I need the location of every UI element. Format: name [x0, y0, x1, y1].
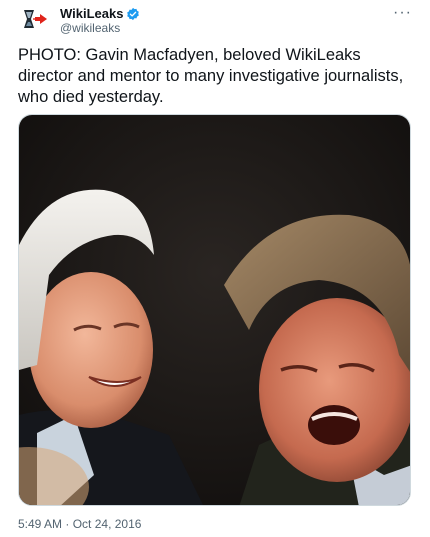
tweet-text: PHOTO: Gavin Macfadyen, beloved WikiLeak…: [18, 46, 404, 106]
avatar[interactable]: [18, 6, 52, 40]
tweet-photo[interactable]: [18, 114, 411, 506]
photo-image: [19, 115, 410, 505]
tweet-card: WikiLeaks @wikileaks ··· PHOTO: Gavin Ma…: [0, 0, 430, 537]
timestamp[interactable]: 5:49 AM · Oct 24, 2016: [18, 517, 141, 531]
wikileaks-logo-icon: [24, 10, 47, 28]
tweet-date: Oct 24, 2016: [72, 517, 142, 531]
handle[interactable]: @wikileaks: [60, 21, 140, 36]
display-name[interactable]: WikiLeaks: [60, 6, 123, 21]
author-info: WikiLeaks @wikileaks: [60, 6, 140, 36]
separator: ·: [65, 517, 70, 531]
more-dots-icon[interactable]: ···: [393, 4, 412, 22]
verified-badge-icon: [126, 7, 140, 21]
tweet-header: WikiLeaks @wikileaks ···: [18, 4, 416, 40]
tweet-time: 5:49 AM: [18, 517, 63, 531]
